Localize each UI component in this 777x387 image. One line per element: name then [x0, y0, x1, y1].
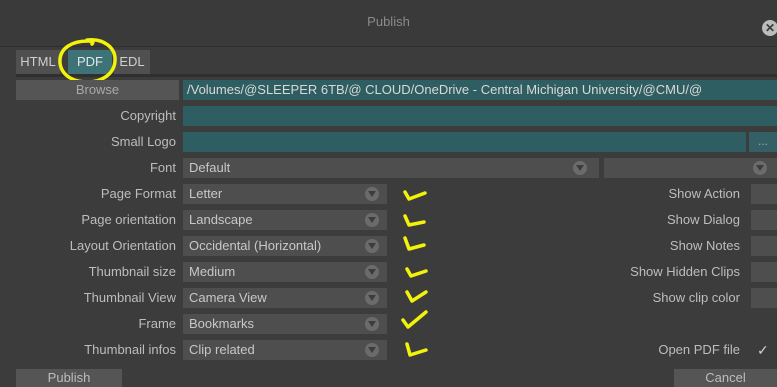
show-clip-color-label: Show clip color — [652, 290, 740, 305]
show-notes-checkbox[interactable] — [751, 236, 777, 256]
chevron-down-icon — [365, 187, 379, 201]
thumbnail-view-value: Camera View — [189, 290, 267, 305]
annotation-check-icon — [403, 214, 426, 227]
page-format-dropdown[interactable]: Letter — [183, 184, 387, 204]
annotation-check-icon — [401, 310, 428, 329]
small-logo-browse-button[interactable]: ... — [749, 132, 777, 152]
layout-orientation-value: Occidental (Horizontal) — [189, 238, 322, 253]
page-format-value: Letter — [189, 186, 223, 201]
annotation-check-icon — [405, 342, 428, 357]
frame-dropdown[interactable]: Bookmarks — [183, 314, 387, 334]
cancel-button[interactable]: Cancel — [674, 369, 777, 387]
thumbnail-size-dropdown[interactable]: Medium — [183, 262, 387, 282]
annotation-check-icon — [403, 190, 427, 201]
thumbnail-infos-value: Clip related — [189, 342, 255, 357]
thumbnail-size-label: Thumbnail size — [88, 264, 176, 279]
output-path-field[interactable]: /Volumes/@SLEEPER 6TB/@ CLOUD/OneDrive -… — [183, 80, 777, 100]
open-pdf-file-checkbox[interactable]: ✓ — [757, 340, 769, 360]
show-hidden-clips-checkbox[interactable] — [751, 262, 777, 282]
close-icon[interactable]: ✕ — [762, 20, 777, 36]
title-bar: Publish ✕ — [0, 0, 777, 47]
show-action-label: Show Action — [668, 186, 740, 201]
page-format-label: Page Format — [100, 186, 176, 201]
annotation-check-icon — [405, 290, 428, 303]
show-dialog-label: Show Dialog — [667, 212, 740, 227]
annotation-check-icon — [403, 236, 426, 251]
open-pdf-file-label: Open PDF file — [658, 342, 740, 357]
chevron-down-icon — [365, 265, 379, 279]
font-dropdown-value: Default — [189, 160, 231, 175]
font-label: Font — [149, 160, 176, 175]
show-hidden-clips-label: Show Hidden Clips — [630, 264, 740, 279]
tab-html[interactable]: HTML — [16, 50, 60, 74]
tab-pdf[interactable]: PDF — [68, 50, 112, 74]
frame-label: Frame — [138, 316, 176, 331]
layout-orientation-dropdown[interactable]: Occidental (Horizontal) — [183, 236, 387, 256]
thumbnail-view-dropdown[interactable]: Camera View — [183, 288, 387, 308]
page-orientation-dropdown[interactable]: Landscape — [183, 210, 387, 230]
chevron-down-icon — [365, 239, 379, 253]
font-dropdown[interactable]: Default — [183, 158, 599, 178]
chevron-down-icon — [365, 343, 379, 357]
show-action-checkbox[interactable] — [751, 184, 777, 204]
small-logo-field[interactable] — [183, 132, 746, 152]
publish-button[interactable]: Publish — [16, 369, 122, 387]
font-size-dropdown[interactable] — [604, 158, 777, 178]
show-notes-label: Show Notes — [669, 238, 740, 253]
show-clip-color-checkbox[interactable] — [751, 288, 777, 308]
thumbnail-view-label: Thumbnail View — [83, 290, 176, 305]
page-orientation-value: Landscape — [189, 212, 253, 227]
page-orientation-label: Page orientation — [81, 212, 176, 227]
browse-button[interactable]: Browse — [16, 80, 179, 100]
thumbnail-size-value: Medium — [189, 264, 236, 279]
copyright-label: Copyright — [120, 108, 176, 123]
chevron-down-icon — [365, 291, 379, 305]
tab-edl[interactable]: EDL — [114, 50, 150, 74]
thumbnail-infos-label: Thumbnail infos — [84, 342, 176, 357]
annotation-check-icon — [405, 267, 428, 278]
tab-underline — [16, 74, 777, 77]
frame-value: Bookmarks — [189, 316, 255, 331]
small-logo-label: Small Logo — [110, 134, 176, 149]
window-title: Publish — [367, 14, 410, 29]
chevron-down-icon — [753, 161, 767, 175]
chevron-down-icon — [573, 161, 587, 175]
thumbnail-infos-dropdown[interactable]: Clip related — [183, 340, 387, 360]
copyright-field[interactable] — [183, 106, 777, 126]
layout-orientation-label: Layout Orientation — [69, 238, 176, 253]
show-dialog-checkbox[interactable] — [751, 210, 777, 230]
chevron-down-icon — [365, 317, 379, 331]
chevron-down-icon — [365, 213, 379, 227]
